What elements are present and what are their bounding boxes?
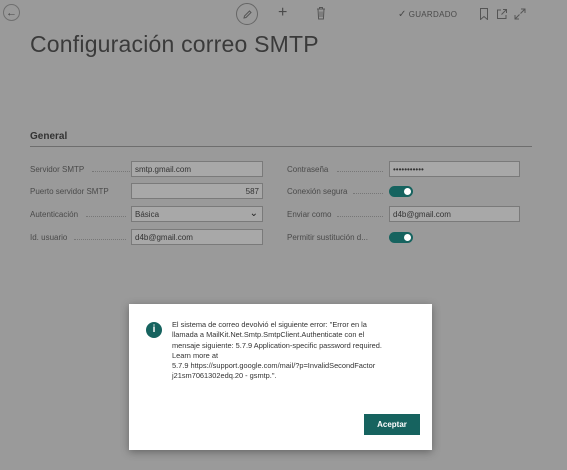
- section-divider: [30, 146, 532, 147]
- smtp-port-value: 587: [245, 186, 259, 196]
- check-icon: ✓: [398, 9, 407, 20]
- smtp-port-label: Puerto servidor SMTP: [30, 186, 109, 196]
- user-id-input[interactable]: d4b@gmail.com: [131, 229, 263, 245]
- field-row-secure-connection: Conexión segura: [287, 182, 520, 200]
- password-value: •••••••••••: [393, 164, 424, 174]
- section-title-general[interactable]: General: [30, 131, 67, 142]
- expand-icon[interactable]: [514, 8, 526, 20]
- smtp-port-input[interactable]: 587: [131, 183, 263, 199]
- leader-dots: [353, 192, 383, 194]
- arrow-left-icon: ←: [6, 6, 17, 19]
- toggle-knob: [404, 234, 411, 241]
- field-row-password: Contraseña •••••••••••: [287, 160, 520, 178]
- field-row-authentication: Autenticación Básica ⌄: [30, 205, 263, 223]
- page-background: ← + ✓ GUARDADO Configuración correo SMTP …: [0, 0, 567, 470]
- info-icon: i: [146, 322, 162, 338]
- chevron-down-icon: ⌄: [249, 208, 258, 219]
- field-row-smtp-server: Servidor SMTP smtp.gmail.com: [30, 160, 263, 178]
- leader-dots: [74, 238, 126, 240]
- authentication-select[interactable]: Básica ⌄: [131, 206, 263, 222]
- delete-icon[interactable]: [315, 6, 327, 20]
- user-id-value: d4b@gmail.com: [135, 232, 193, 242]
- edit-button[interactable]: [236, 3, 258, 25]
- password-input[interactable]: •••••••••••: [389, 161, 520, 177]
- leader-dots: [86, 215, 126, 217]
- back-button[interactable]: ←: [3, 4, 20, 21]
- field-row-user-id: Id. usuario d4b@gmail.com: [30, 228, 263, 246]
- send-as-label: Enviar como: [287, 209, 332, 219]
- error-dialog: i El sistema de correo devolvió el sigui…: [129, 304, 432, 450]
- new-button[interactable]: +: [278, 4, 287, 22]
- secure-connection-label: Conexión segura: [287, 186, 348, 196]
- send-as-value: d4b@gmail.com: [393, 209, 451, 219]
- allow-replace-label: Permitir sustitución d...: [287, 232, 368, 242]
- bookmark-icon[interactable]: [479, 8, 489, 20]
- smtp-server-value: smtp.gmail.com: [135, 164, 192, 174]
- secure-connection-toggle[interactable]: [389, 186, 413, 197]
- saved-status: ✓ GUARDADO: [398, 9, 457, 20]
- send-as-input[interactable]: d4b@gmail.com: [389, 206, 520, 222]
- dialog-message: El sistema de correo devolvió el siguien…: [172, 320, 382, 381]
- authentication-label: Autenticación: [30, 209, 79, 219]
- allow-replace-toggle[interactable]: [389, 232, 413, 243]
- field-row-allow-replace: Permitir sustitución d...: [287, 228, 520, 246]
- toggle-knob: [404, 188, 411, 195]
- leader-dots: [337, 215, 383, 217]
- leader-dots: [337, 170, 383, 172]
- smtp-server-input[interactable]: smtp.gmail.com: [131, 161, 263, 177]
- field-row-send-as: Enviar como d4b@gmail.com: [287, 205, 520, 223]
- password-label: Contraseña: [287, 164, 329, 174]
- smtp-server-label: Servidor SMTP: [30, 164, 85, 174]
- accept-button[interactable]: Aceptar: [364, 414, 420, 435]
- pencil-icon: [242, 9, 252, 19]
- field-row-smtp-port: Puerto servidor SMTP 587: [30, 182, 263, 200]
- page-title: Configuración correo SMTP: [30, 31, 319, 57]
- authentication-value: Básica: [135, 209, 160, 219]
- saved-label: GUARDADO: [408, 10, 458, 19]
- user-id-label: Id. usuario: [30, 232, 68, 242]
- popout-icon[interactable]: [496, 8, 508, 20]
